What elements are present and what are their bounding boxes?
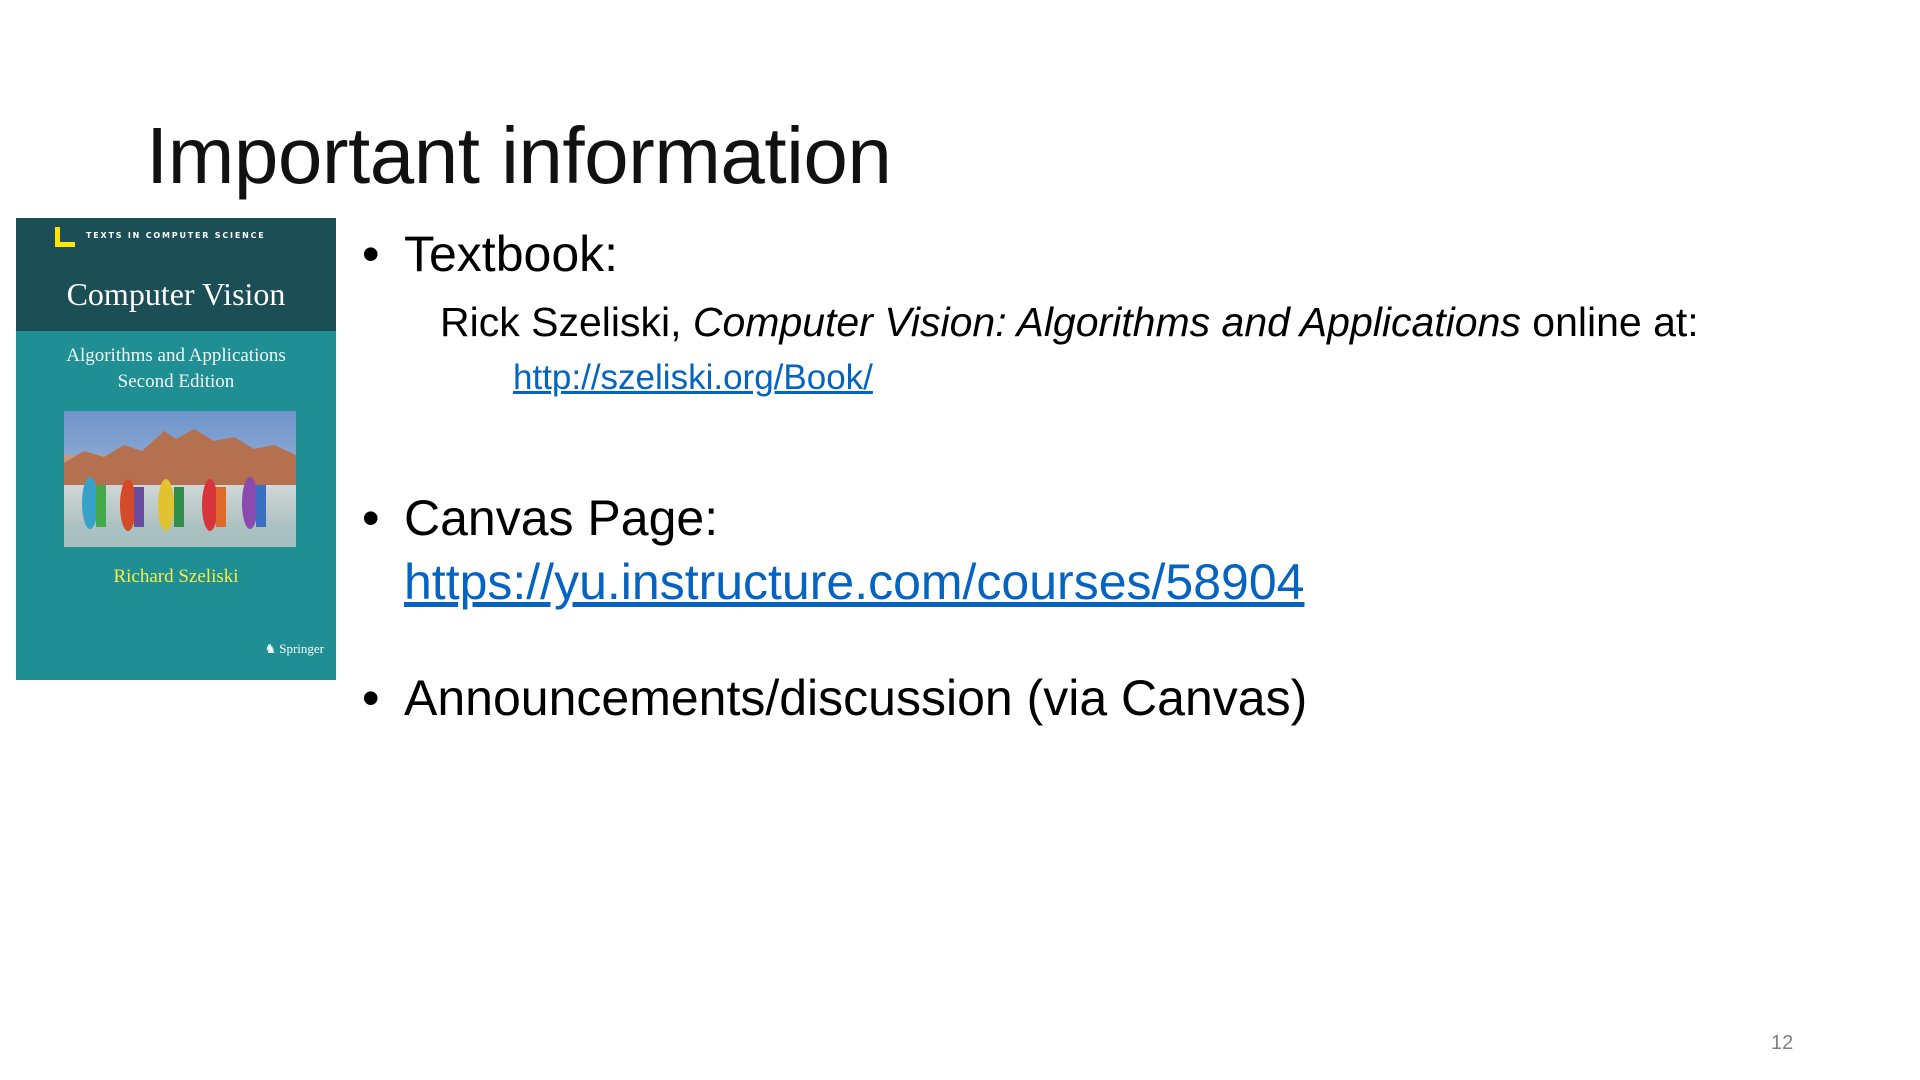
cover-subtitle-line2: Second Edition xyxy=(117,371,235,392)
surfers-photo-illustration xyxy=(64,411,296,547)
textbook-suffix: online at: xyxy=(1520,299,1699,345)
textbook-label: Textbook: xyxy=(404,226,619,282)
cover-publisher-name: Springer xyxy=(279,641,324,656)
bullet-canvas: • Canvas Page: xyxy=(362,488,718,548)
cover-subtitle: Algorithms and Applications Second Editi… xyxy=(16,343,336,395)
canvas-link[interactable]: https://yu.instructure.com/courses/58904 xyxy=(404,552,1304,612)
bullet-icon: • xyxy=(362,490,380,546)
cover-photo xyxy=(64,411,296,547)
textbook-citation: Rick Szeliski, Computer Vision: Algorith… xyxy=(440,297,1699,347)
cover-title: Computer Vision xyxy=(66,276,286,312)
announcements-label: Announcements/discussion (via Canvas) xyxy=(404,670,1308,726)
cover-series-label: TEXTS IN COMPUTER SCIENCE xyxy=(86,231,266,240)
bullet-icon: • xyxy=(362,670,380,726)
bullet-icon: • xyxy=(362,226,380,282)
series-logo-icon xyxy=(55,227,75,247)
cover-author: Richard Szeliski xyxy=(113,566,239,587)
book-cover-image: TEXTS IN COMPUTER SCIENCE Computer Visio… xyxy=(16,218,336,680)
springer-horse-icon: ♞ xyxy=(264,641,277,656)
textbook-link[interactable]: http://szeliski.org/Book/ xyxy=(513,356,873,400)
bullet-textbook: • Textbook: xyxy=(362,224,618,284)
slide-title: Important information xyxy=(146,111,892,200)
canvas-label: Canvas Page: xyxy=(404,490,719,546)
textbook-title: Computer Vision: Algorithms and Applicat… xyxy=(692,299,1521,345)
cover-publisher: ♞ Springer xyxy=(265,641,324,657)
bullet-announcements: • Announcements/discussion (via Canvas) xyxy=(362,668,1307,728)
textbook-author: Rick Szeliski, xyxy=(440,299,693,345)
cover-subtitle-line1: Algorithms and Applications xyxy=(66,345,286,366)
page-number: 12 xyxy=(1771,1032,1794,1054)
